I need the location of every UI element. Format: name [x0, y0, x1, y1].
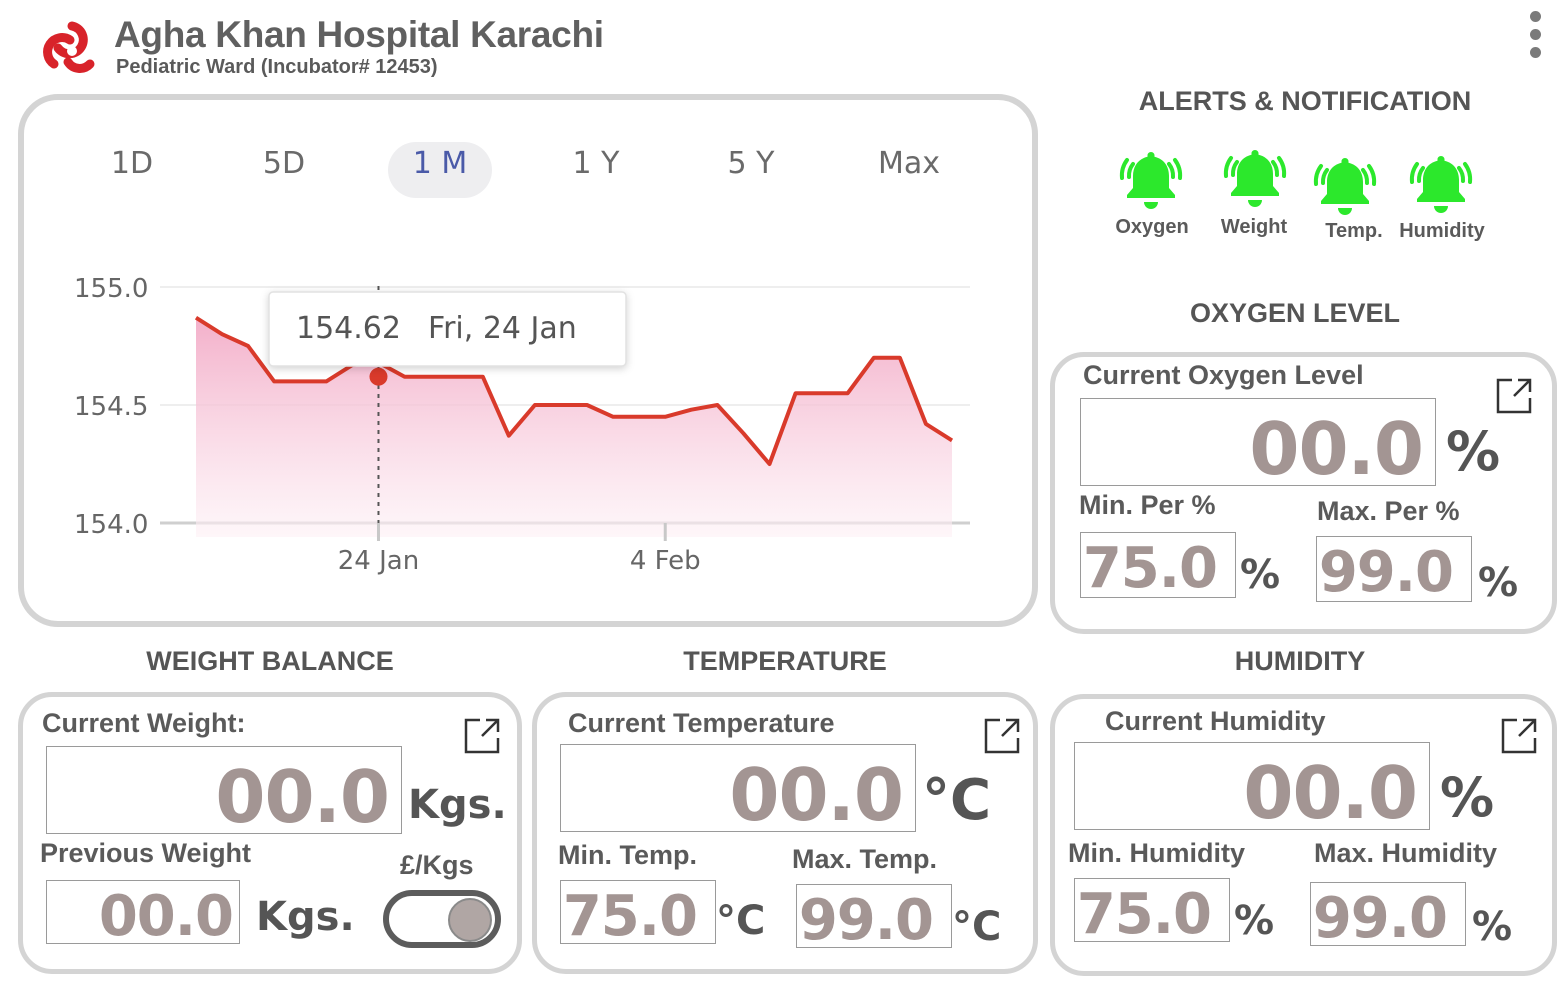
toggle-knob [448, 898, 492, 942]
alert-label-weight: Weight [1220, 216, 1288, 238]
weight-section-title: WEIGHT BALANCE [146, 646, 394, 676]
weight-unit: Kgs. [408, 782, 507, 828]
range-tab-max[interactable]: Max [862, 142, 956, 198]
previous-weight-unit: Kgs. [256, 894, 355, 940]
range-tab-5y[interactable]: 5 Y [708, 142, 794, 198]
range-tab-5d[interactable]: 5D [244, 142, 324, 198]
weight-current-value[interactable]: 00.0 [46, 746, 402, 839]
tooltip-value: 154.62 [296, 311, 401, 346]
temperature-unit: °C [922, 768, 992, 833]
humidity-min-value[interactable]: 75.0 [1074, 878, 1230, 947]
hospital-logo [43, 21, 95, 73]
bell-ringing-icon[interactable] [1222, 144, 1288, 212]
temperature-section-title: TEMPERATURE [683, 646, 887, 676]
hospital-name: Agha Khan Hospital Karachi [114, 14, 604, 55]
range-tab-1m[interactable]: 1 M [388, 142, 492, 198]
y-tick-label: 154.0 [74, 510, 148, 540]
chart-highlight-point [369, 367, 388, 386]
humidity-current-value[interactable]: 00.0 [1074, 742, 1430, 835]
temperature-current-value[interactable]: 00.0 [560, 744, 916, 837]
alert-label-humidity: Humidity [1399, 220, 1485, 242]
oxygen-max-label: Max. Per % [1317, 496, 1460, 526]
temperature-max-unit: °C [952, 904, 1002, 950]
y-tick-label: 154.5 [74, 392, 148, 422]
humidity-section-title: HUMIDITY [1234, 646, 1366, 676]
oxygen-section-title: OXYGEN LEVEL [1189, 298, 1401, 328]
temperature-max-label: Max. Temp. [792, 844, 938, 874]
weight-current-label: Current Weight: [42, 708, 246, 738]
oxygen-min-value[interactable]: 75.0 [1080, 532, 1236, 601]
oxygen-max-unit: % [1478, 560, 1519, 606]
oxygen-min-unit: % [1240, 552, 1281, 598]
weight-chart[interactable]: 155.0 154.5 154.0 24 Jan 4 Feb 154.62 Fri, … [60, 250, 990, 590]
bell-ringing-icon[interactable] [1408, 150, 1474, 218]
expand-icon[interactable] [464, 716, 502, 754]
humidity-max-value[interactable]: 99.0 [1310, 882, 1466, 951]
bell-ringing-icon[interactable] [1312, 152, 1378, 220]
humidity-min-unit: % [1234, 898, 1275, 944]
humidity-max-label: Max. Humidity [1314, 838, 1498, 868]
oxygen-min-label: Min. Per % [1079, 490, 1216, 520]
x-tick-label: 24 Jan [338, 546, 419, 576]
humidity-min-label: Min. Humidity [1068, 838, 1245, 868]
temperature-min-label: Min. Temp. [558, 840, 697, 870]
expand-icon[interactable] [1501, 716, 1539, 754]
humidity-current-label: Current Humidity [1105, 706, 1326, 736]
alert-label-oxygen: Oxygen [1115, 216, 1189, 238]
previous-weight-value[interactable]: 00.0 [46, 880, 240, 949]
temperature-min-unit: °C [716, 898, 766, 944]
more-menu-icon[interactable] [1522, 8, 1548, 64]
alert-label-temp: Temp. [1325, 220, 1383, 242]
range-tab-1y[interactable]: 1 Y [554, 142, 638, 198]
previous-weight-label: Previous Weight [40, 838, 252, 868]
oxygen-current-value[interactable]: 00.0 [1080, 398, 1436, 491]
y-tick-label: 155.0 [74, 274, 148, 304]
expand-icon[interactable] [1496, 376, 1534, 414]
oxygen-max-value[interactable]: 99.0 [1316, 536, 1472, 605]
bell-ringing-icon[interactable] [1118, 146, 1184, 214]
x-tick-label: 4 Feb [630, 546, 701, 576]
unit-toggle[interactable] [383, 890, 501, 948]
temperature-min-value[interactable]: 75.0 [560, 880, 716, 949]
humidity-unit: % [1440, 766, 1495, 829]
ward-subtitle: Pediatric Ward (Incubator# 12453) [116, 56, 438, 78]
alerts-title: ALERTS & NOTIFICATION [1138, 86, 1472, 116]
temperature-current-label: Current Temperature [568, 708, 835, 738]
humidity-max-unit: % [1472, 904, 1513, 950]
oxygen-current-label: Current Oxygen Level [1083, 360, 1364, 390]
range-tab-1d[interactable]: 1D [92, 142, 172, 198]
oxygen-unit: % [1446, 420, 1501, 483]
tooltip-date: Fri, 24 Jan [428, 311, 577, 346]
temperature-max-value[interactable]: 99.0 [796, 884, 952, 953]
chart-tooltip: 154.62 Fri, 24 Jan [268, 291, 627, 367]
unit-toggle-label: £/Kgs [400, 850, 474, 880]
expand-icon[interactable] [984, 716, 1022, 754]
